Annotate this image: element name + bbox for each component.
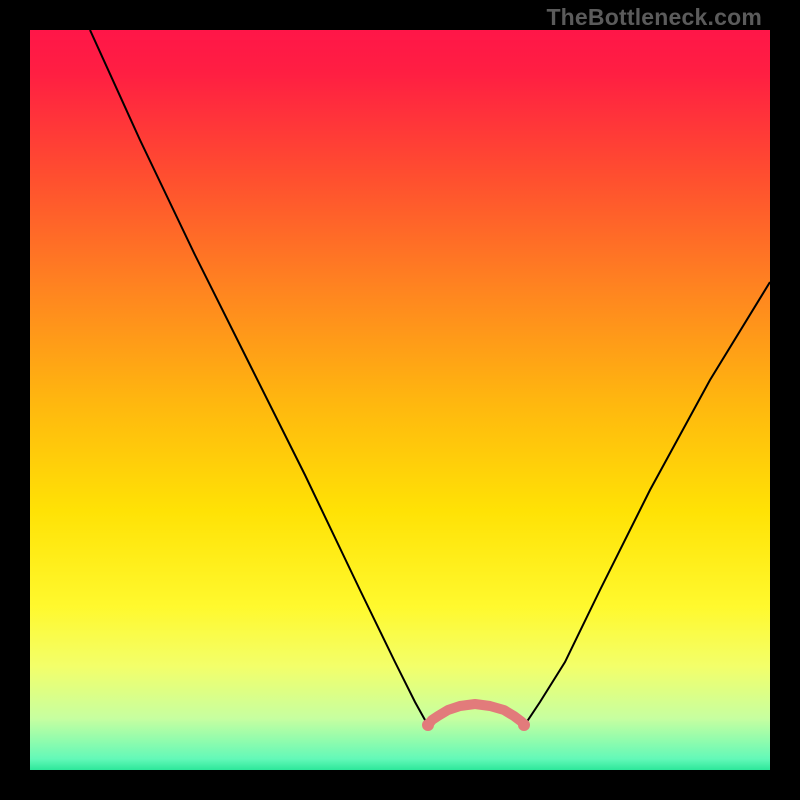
chart-plot <box>30 30 770 770</box>
chart-frame <box>30 30 770 770</box>
watermark-text: TheBottleneck.com <box>546 4 762 31</box>
valley-endpoint-dot <box>422 719 434 731</box>
valley-highlight <box>428 704 524 725</box>
valley-endpoint-dot <box>518 719 530 731</box>
bottleneck-curve <box>90 30 770 725</box>
